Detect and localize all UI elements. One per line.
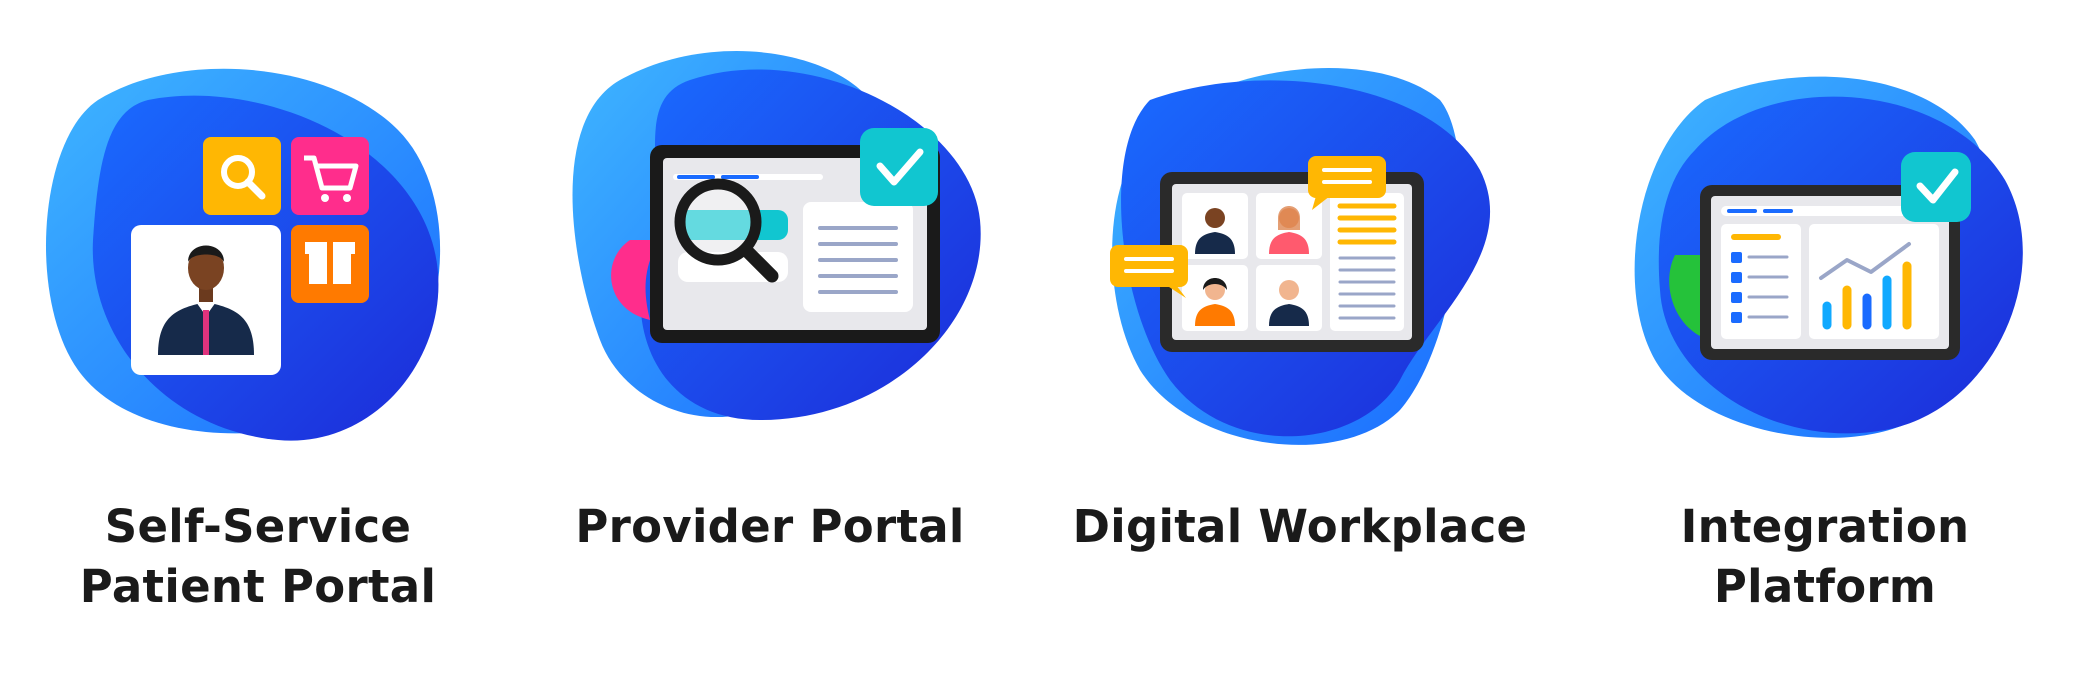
provider-portal-illustration [572,51,981,421]
card-title-line-1: Self-Service [104,500,412,553]
feature-card-digital-workplace: Digital Workplace [1040,0,1560,683]
integration-platform-illustration [1634,76,2023,438]
check-badge-icon [860,128,938,206]
card-title-line-1: Integration [1680,500,1970,553]
card-title: Self-Service Patient Portal [0,497,518,617]
cart-tile-icon [291,137,369,215]
card-title-line-2: Platform [1713,560,1937,613]
card-title: Digital Workplace [1040,497,1560,557]
check-badge-icon [1901,152,1971,222]
box-tile-icon [291,225,369,303]
feature-card-provider-portal: Provider Portal [510,0,1030,683]
patient-portal-illustration [45,68,441,441]
feature-card-self-service-patient-portal: Self-Service Patient Portal [0,0,518,683]
card-title-line-2: Patient Portal [79,560,437,613]
card-title: Integration Platform [1565,497,2085,617]
user-profile-card [131,225,281,375]
tablet-device [1160,172,1424,352]
search-tile-icon [203,137,281,215]
card-title-line-1: Digital Workplace [1072,500,1528,553]
feature-card-integration-platform: Integration Platform [1565,0,2085,683]
digital-workplace-illustration [1110,67,1491,445]
card-title: Provider Portal [510,497,1030,557]
card-title-line-1: Provider Portal [575,500,965,553]
